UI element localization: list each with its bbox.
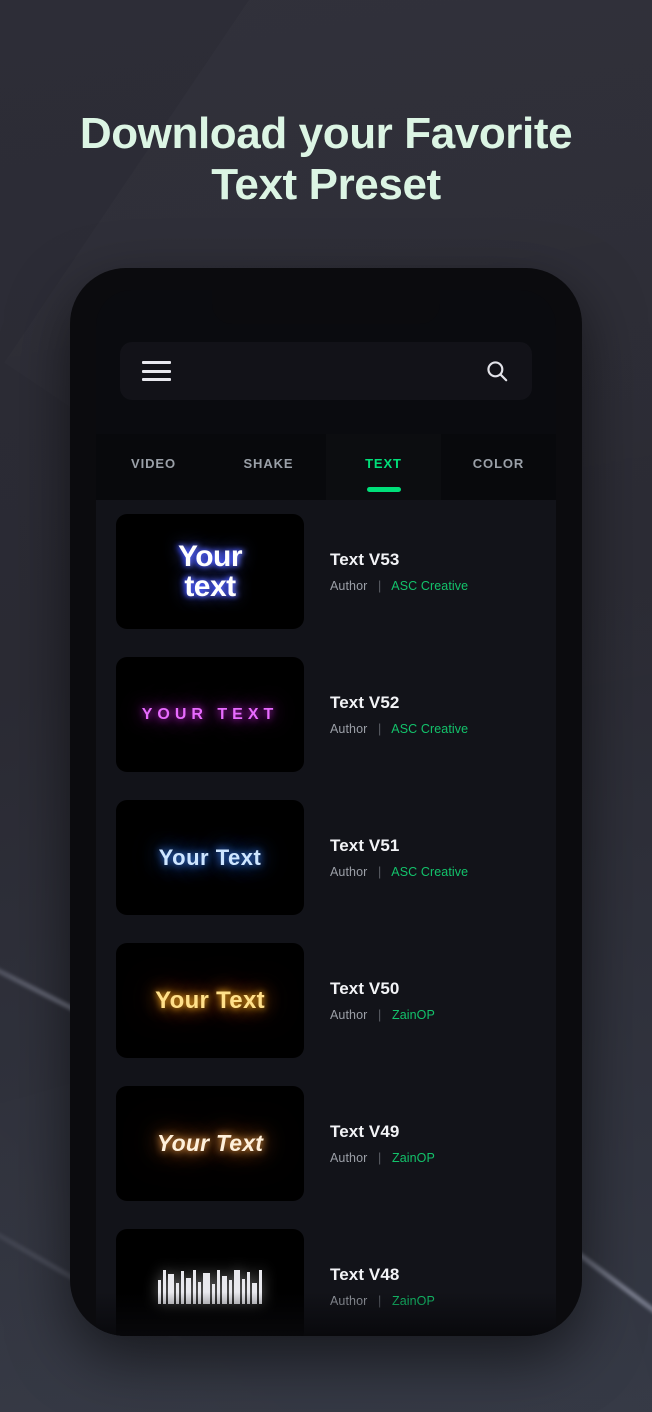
preset-preview-text: Your Text xyxy=(158,844,262,870)
preset-preview-text: Your Text xyxy=(156,1130,264,1156)
tab-label: VIDEO xyxy=(131,456,176,471)
preset-title: Text V49 xyxy=(330,1122,400,1141)
tab-video[interactable]: VIDEO xyxy=(96,434,211,500)
preset-preview-text: YOUR TEXT xyxy=(141,705,279,723)
preset-thumbnail[interactable] xyxy=(116,1229,304,1336)
preset-title: Text V51 xyxy=(330,836,400,855)
preset-author[interactable]: ZainOP xyxy=(392,1008,435,1022)
preset-byline: Author | ZainOP xyxy=(330,1008,435,1022)
list-item[interactable]: Your Text Text V50 Author | ZainOP xyxy=(96,929,556,1072)
preset-byline: Author | ASC Creative xyxy=(330,865,468,879)
preset-preview-text: Your text xyxy=(177,539,243,603)
author-label: Author xyxy=(330,1008,368,1022)
preset-meta: Text V48 Author | ZainOP xyxy=(330,1265,435,1308)
author-label: Author xyxy=(330,865,368,879)
preset-byline: Author | ZainOP xyxy=(330,1151,435,1165)
preset-thumbnail[interactable]: Your text xyxy=(116,514,304,629)
promo-page: Download your Favorite Text Preset VIDEO xyxy=(0,0,652,1412)
phone-screen: VIDEO SHAKE TEXT COLOR Your text Text V5… xyxy=(96,290,556,1336)
preset-author[interactable]: ASC Creative xyxy=(391,865,468,879)
preset-author[interactable]: ZainOP xyxy=(392,1151,435,1165)
phone-notch xyxy=(212,290,440,324)
byline-separator: | xyxy=(378,1151,382,1165)
category-tabs: VIDEO SHAKE TEXT COLOR xyxy=(96,434,556,500)
list-item[interactable]: Your Text Text V51 Author | ASC Creative xyxy=(96,786,556,929)
tab-label: TEXT xyxy=(365,456,402,471)
hamburger-menu-icon[interactable] xyxy=(142,361,171,381)
byline-separator: | xyxy=(378,579,382,593)
preset-meta: Text V53 Author | ASC Creative xyxy=(330,550,468,593)
phone-mockup: VIDEO SHAKE TEXT COLOR Your text Text V5… xyxy=(70,268,582,1336)
author-label: Author xyxy=(330,722,368,736)
preset-author[interactable]: ASC Creative xyxy=(391,579,468,593)
author-label: Author xyxy=(330,1151,368,1165)
byline-separator: | xyxy=(378,1294,382,1308)
preset-meta: Text V51 Author | ASC Creative xyxy=(330,836,468,879)
preset-byline: Author | ASC Creative xyxy=(330,579,468,593)
preset-byline: Author | ASC Creative xyxy=(330,722,468,736)
app-header xyxy=(120,342,532,400)
author-label: Author xyxy=(330,1294,368,1308)
search-icon[interactable] xyxy=(484,358,510,384)
preset-author[interactable]: ASC Creative xyxy=(391,722,468,736)
preset-thumbnail[interactable]: YOUR TEXT xyxy=(116,657,304,772)
preset-title: Text V52 xyxy=(330,693,400,712)
tab-text[interactable]: TEXT xyxy=(326,434,441,500)
preset-thumbnail[interactable]: Your Text xyxy=(116,800,304,915)
byline-separator: | xyxy=(378,865,382,879)
tab-label: COLOR xyxy=(472,456,525,471)
preset-thumbnail[interactable]: Your Text xyxy=(116,1086,304,1201)
byline-separator: | xyxy=(378,722,382,736)
preset-author[interactable]: ZainOP xyxy=(392,1294,435,1308)
tab-color[interactable]: COLOR xyxy=(441,434,556,500)
active-tab-indicator xyxy=(366,487,401,492)
tab-label: SHAKE xyxy=(243,456,294,471)
byline-separator: | xyxy=(378,1008,382,1022)
preset-meta: Text V50 Author | ZainOP xyxy=(330,979,435,1022)
list-item[interactable]: YOUR TEXT Text V52 Author | ASC Creative xyxy=(96,643,556,786)
author-label: Author xyxy=(330,579,368,593)
preset-title: Text V48 xyxy=(330,1265,400,1284)
preset-meta: Text V52 Author | ASC Creative xyxy=(330,693,468,736)
preset-meta: Text V49 Author | ZainOP xyxy=(330,1122,435,1165)
tab-shake[interactable]: SHAKE xyxy=(211,434,326,500)
list-item[interactable]: Your Text Text V49 Author | ZainOP xyxy=(96,1072,556,1215)
page-title: Download your Favorite Text Preset xyxy=(79,109,573,210)
preset-byline: Author | ZainOP xyxy=(330,1294,435,1308)
preset-thumbnail[interactable]: Your Text xyxy=(116,943,304,1058)
preset-title: Text V53 xyxy=(330,550,400,569)
preset-title: Text V50 xyxy=(330,979,400,998)
preset-list[interactable]: Your text Text V53 Author | ASC Creative … xyxy=(96,500,556,1336)
list-item[interactable]: Your text Text V53 Author | ASC Creative xyxy=(96,500,556,643)
preset-preview-text: Your Text xyxy=(155,986,265,1014)
list-item[interactable]: Text V48 Author | ZainOP xyxy=(96,1215,556,1336)
barcode-glitch-icon xyxy=(158,1269,262,1304)
